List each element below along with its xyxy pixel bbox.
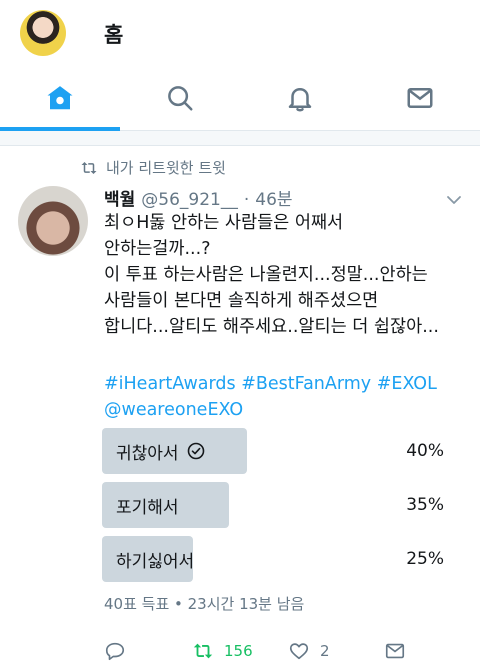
like-count: 2 <box>320 642 330 660</box>
poll-option-label: 귀찮아서 <box>116 443 179 464</box>
tweet-hashtags[interactable]: #iHeartAwards #BestFanArmy #EXOL @weareo… <box>104 371 474 423</box>
check-circle-icon <box>187 442 204 460</box>
retweet-icon <box>81 161 97 174</box>
reply-button[interactable] <box>104 640 192 662</box>
profile-avatar[interactable] <box>20 10 66 56</box>
poll-option-percent: 25% <box>406 549 444 569</box>
heart-icon <box>289 643 309 660</box>
poll-option: 하기싫어서 25% <box>102 536 452 582</box>
poll-option-label: 하기싫어서 <box>116 551 195 572</box>
retweet-count: 156 <box>224 642 253 660</box>
poll-meta: 40표 득표 • 23시간 13분 남음 <box>104 595 305 613</box>
top-bar: 홈 <box>0 0 480 68</box>
page-title: 홈 <box>104 23 124 47</box>
separator-dot: · <box>243 190 250 210</box>
poll-option: 포기해서 35% <box>102 482 452 528</box>
tweet-text: 최ㅇH돓 안하는 사람들은 어째서 안하는걸까...? 이 투표 하는사람은 나… <box>104 213 439 337</box>
tab-home[interactable] <box>0 68 120 128</box>
home-icon <box>47 86 73 110</box>
search-icon <box>168 86 193 111</box>
poll-option-percent: 35% <box>406 495 444 515</box>
poll-option-percent: 40% <box>406 441 444 461</box>
tweet-time[interactable]: 46분 <box>255 185 292 210</box>
envelope-icon <box>385 643 405 659</box>
chevron-down-icon[interactable] <box>446 192 462 208</box>
retweet-context[interactable]: 내가 리트윗한 트윗 <box>80 157 226 178</box>
tweet-actions: 156 2 <box>104 638 464 664</box>
section-divider <box>0 131 480 146</box>
reply-icon <box>105 642 125 661</box>
tweet-header: 백월 @56_921__ · 46분 <box>104 185 293 210</box>
bell-icon <box>288 88 312 112</box>
tab-notifications[interactable] <box>240 68 360 128</box>
author-handle[interactable]: @56_921__ <box>141 190 238 210</box>
like-button[interactable]: 2 <box>288 640 384 662</box>
poll: 귀찮아서 40% 포기해서 35% 하기싫어서 25% <box>102 428 452 590</box>
poll-option: 귀찮아서 40% <box>102 428 452 474</box>
tab-bar <box>0 68 480 131</box>
author-name[interactable]: 백월 <box>104 185 135 210</box>
tab-search[interactable] <box>120 68 240 128</box>
direct-message-button[interactable] <box>384 640 406 662</box>
retweet-context-label: 내가 리트윗한 트윗 <box>106 159 226 177</box>
author-avatar[interactable] <box>18 186 88 256</box>
retweet-button[interactable]: 156 <box>192 640 288 662</box>
tab-messages[interactable] <box>360 68 480 128</box>
envelope-icon <box>407 88 433 108</box>
retweet-icon <box>193 643 213 659</box>
poll-option-label: 포기해서 <box>116 497 179 518</box>
